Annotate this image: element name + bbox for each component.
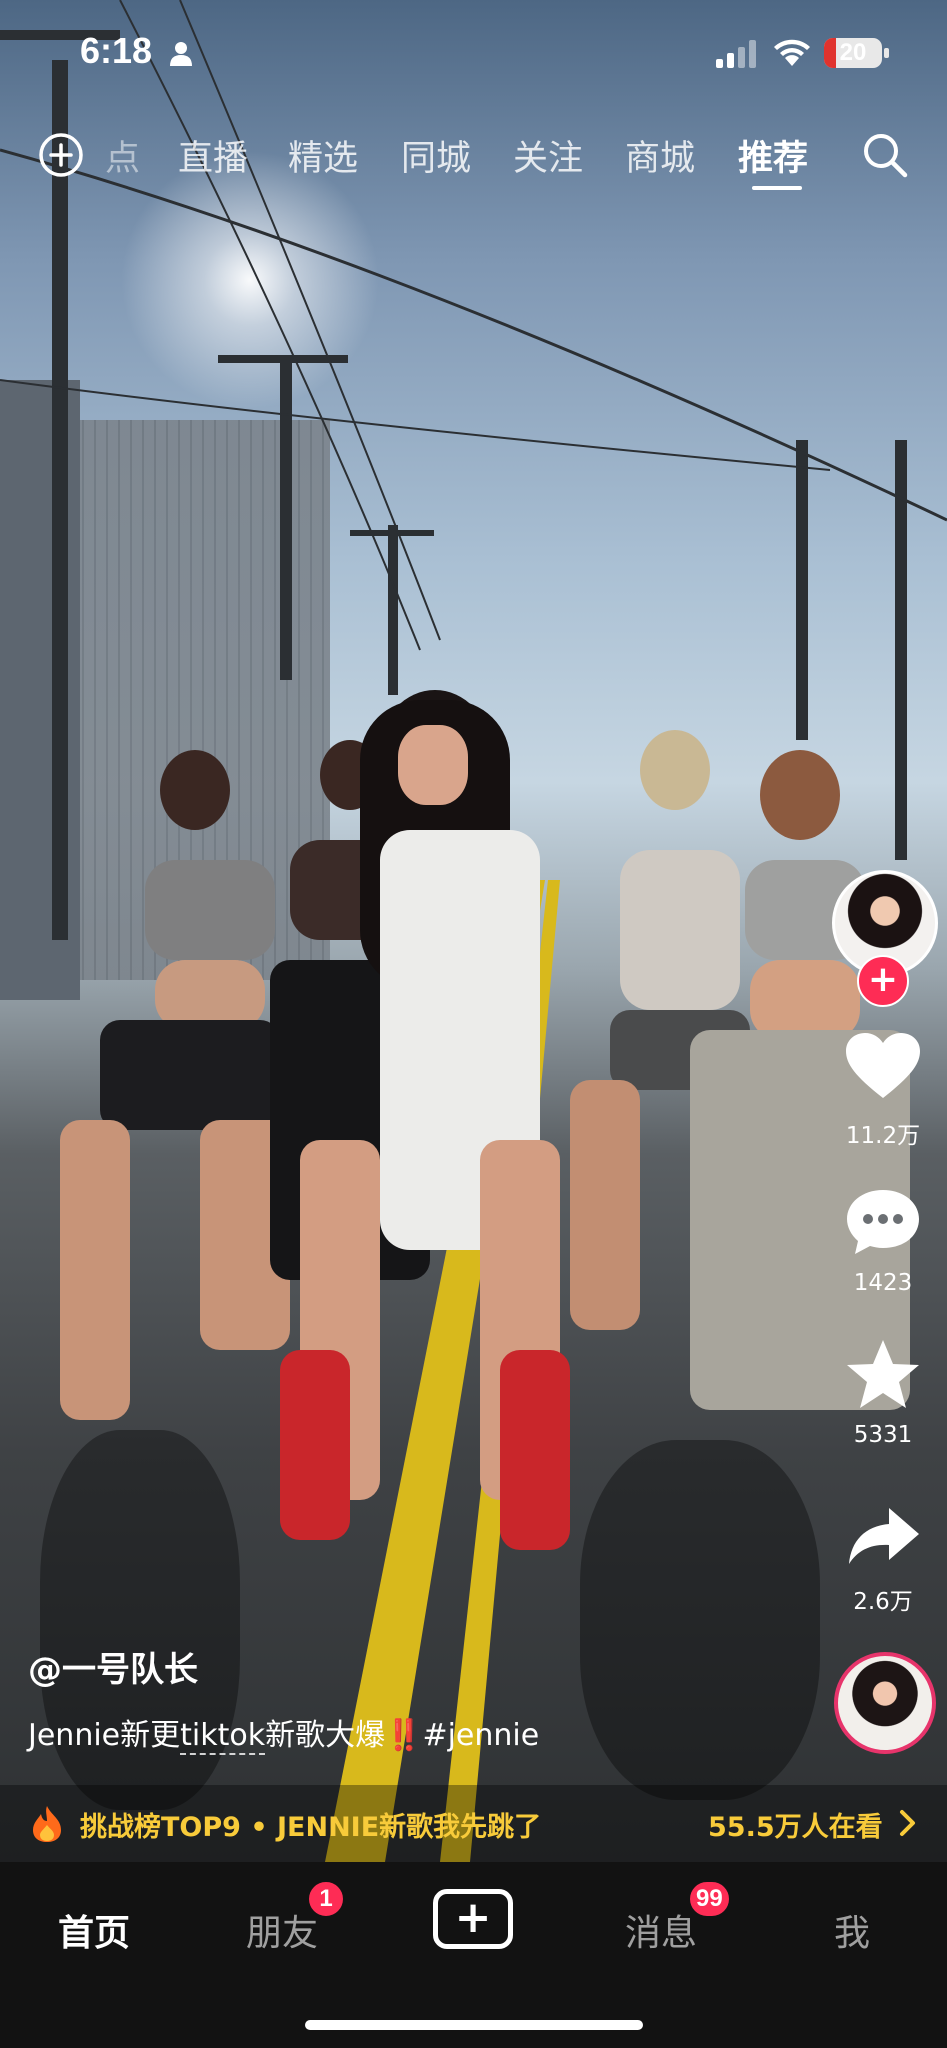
tab-featured[interactable]: 精选 (288, 130, 358, 181)
active-tab-indicator (752, 186, 802, 190)
tab-nearby[interactable]: 同城 (401, 130, 471, 181)
comment-icon[interactable] (843, 1186, 923, 1258)
plus-icon: + (867, 959, 899, 1000)
tab-mall[interactable]: 商城 (625, 130, 695, 181)
caption-link[interactable]: tiktok (180, 1718, 266, 1755)
challenge-title: 挑战榜TOP9 • JENNIE新歌我先跳了 (80, 1812, 542, 1843)
plus-circle-icon[interactable] (38, 132, 84, 178)
dancer-shadow (580, 1440, 820, 1800)
share-count: 2.6万 (853, 1589, 913, 1615)
friends-badge: 1 (307, 1880, 345, 1918)
music-disc[interactable] (834, 1652, 936, 1754)
battery-indicator: 20 (824, 38, 882, 68)
follow-button[interactable]: + (857, 955, 909, 1007)
status-bar: 6:18 20 (0, 0, 947, 105)
author-name[interactable]: @一号队长 (28, 1642, 198, 1691)
heart-icon[interactable] (843, 1030, 923, 1102)
wifi-icon (774, 39, 810, 66)
caption-text: Jennie新更 (28, 1718, 181, 1753)
plus-icon: + (454, 1892, 492, 1943)
tab-live[interactable]: 直播 (178, 130, 248, 181)
share-arrow-icon[interactable] (843, 1500, 923, 1572)
tab-me[interactable]: 我 (834, 1904, 870, 1956)
clock-time: 6:18 (80, 30, 153, 71)
favorite-count: 5331 (853, 1422, 913, 1448)
video-player[interactable] (0, 0, 947, 1862)
tab-partial[interactable]: 点 (105, 130, 140, 181)
flame-icon (33, 1806, 61, 1842)
tab-friends[interactable]: 朋友 (246, 1904, 318, 1956)
hashtag-link[interactable]: #jennie (422, 1718, 539, 1753)
chevron-right-icon (900, 1810, 915, 1836)
tab-messages[interactable]: 消息 (625, 1904, 697, 1956)
tab-recommended[interactable]: 推荐 (738, 130, 808, 181)
bottom-tab-bar: 首页 朋友 1 + 消息 99 我 (0, 1862, 947, 2048)
comment-count: 1423 (853, 1270, 913, 1296)
top-navigation: 点 直播 精选 同城 关注 商城 推荐 (0, 120, 947, 200)
like-count: 11.2万 (845, 1123, 921, 1149)
battery-level: 20 (839, 39, 867, 66)
search-icon[interactable] (860, 130, 910, 180)
tab-home[interactable]: 首页 (58, 1904, 130, 1956)
video-caption: Jennie新更tiktok新歌大爆‼️#jennie (28, 1710, 539, 1755)
battery-cap (884, 48, 889, 58)
person-icon (170, 42, 192, 66)
star-icon[interactable] (843, 1338, 923, 1410)
create-button[interactable]: + (433, 1889, 513, 1949)
dancer-center-jennie (270, 640, 610, 1560)
double-exclamation-icon: ‼️ (385, 1718, 423, 1753)
tab-following[interactable]: 关注 (513, 130, 583, 181)
challenge-banner[interactable]: 挑战榜TOP9 • JENNIE新歌我先跳了 55.5万人在看 (0, 1785, 947, 1862)
viewer-count: 55.5万人在看 (708, 1812, 883, 1843)
home-indicator (305, 2020, 643, 2030)
caption-text: 新歌大爆 (265, 1718, 386, 1753)
messages-badge: 99 (688, 1880, 731, 1918)
signal-strength-icon (716, 40, 756, 68)
